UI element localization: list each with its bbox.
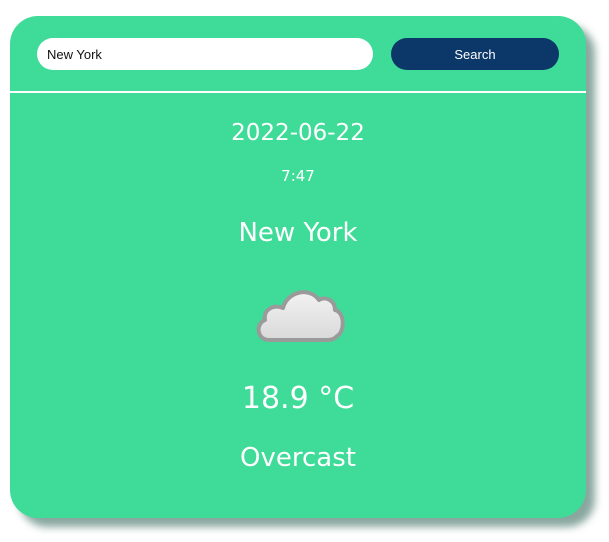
date-label: 2022-06-22 bbox=[231, 120, 365, 146]
weather-card: Search 2022-06-22 7:47 New York 18.9 °C … bbox=[10, 16, 586, 518]
temperature-value: 18.9 °C bbox=[241, 381, 355, 416]
search-button[interactable]: Search bbox=[391, 38, 559, 70]
city-name: New York bbox=[238, 218, 358, 248]
city-search-input[interactable] bbox=[37, 38, 373, 70]
search-bar: Search bbox=[10, 16, 586, 91]
divider bbox=[10, 91, 586, 93]
weather-condition: Overcast bbox=[240, 443, 356, 473]
time-label: 7:47 bbox=[281, 167, 315, 185]
cloud-icon bbox=[251, 282, 347, 346]
